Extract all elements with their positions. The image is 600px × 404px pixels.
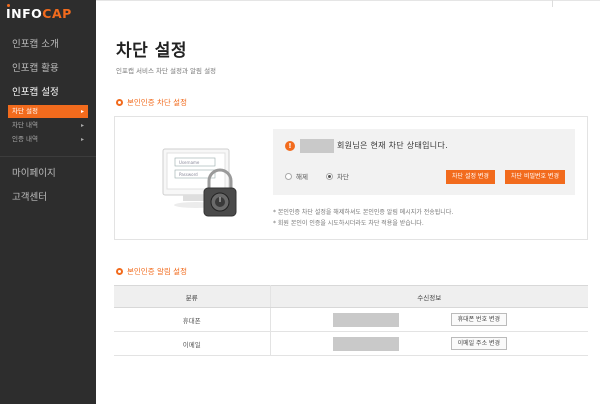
alert-icon: !: [285, 141, 295, 151]
change-email-button[interactable]: 이메일 주소 변경: [450, 337, 508, 350]
logo-suffix: CAP: [42, 5, 72, 21]
change-phone-button[interactable]: 휴대폰 번호 변경: [450, 313, 508, 326]
masked-phone-value: [332, 312, 399, 327]
illus-password: Password: [179, 172, 198, 177]
infocap-logo[interactable]: INFOCAP: [6, 4, 72, 21]
nav-item-settings[interactable]: 인포캡 설정: [0, 81, 96, 105]
monitor-lock-illustration-icon: Username Password: [162, 148, 237, 217]
radio-release-label: 해제: [296, 173, 308, 181]
nav-sub-label: 차단 내역: [12, 121, 38, 129]
nav-item-support[interactable]: 고객센터: [0, 186, 96, 210]
nav-item-mypage[interactable]: 마이페이지: [0, 162, 96, 186]
block-status-panel: ! 회원님은 현재 차단 상태입니다. 해제 차단 차단 설정 변경 차단 비밀…: [273, 129, 575, 195]
radio-block-label: 차단: [336, 173, 349, 181]
radio-block[interactable]: [325, 172, 333, 180]
radio-release[interactable]: [285, 172, 292, 180]
nav-item-usage[interactable]: 인포캡 활용: [0, 57, 96, 81]
col-info-header: 수신정보: [270, 285, 588, 308]
block-section-title-text: 본인인증 차단 설정: [127, 98, 187, 107]
col-type-header: 분류: [114, 285, 271, 308]
block-radio-group: 해제 차단: [285, 171, 367, 181]
illus-username: Username: [179, 160, 200, 165]
logo-prefix: INFO: [6, 5, 43, 21]
nav-item-intro[interactable]: 인포캡 소개: [0, 33, 96, 57]
alert-settings-table: 분류 수신정보 휴대폰 휴대폰 번호 변경 이메일 이메일 주소 변경: [114, 285, 588, 356]
logo-dot-icon: [7, 4, 10, 7]
row-info-cell: 이메일 주소 변경: [270, 331, 588, 356]
note-line: * 본인인증 차단 설정을 해제하셔도 본인인증 알림 메시지가 전송됩니다.: [273, 209, 454, 216]
nav-sub-block-settings[interactable]: 차단 설정 ▸: [8, 105, 88, 118]
sidebar: INFOCAP 인포캡 소개 인포캡 활용 인포캡 설정 차단 설정 ▸ 차단 …: [0, 0, 96, 404]
main-content: 차단 설정 인포캡 서비스 차단 설정과 알림 설정 본인인증 차단 설정 Us…: [96, 0, 600, 404]
block-status-text: 회원님은 현재 차단 상태입니다.: [337, 141, 448, 150]
row-type-phone: 휴대폰: [114, 307, 271, 332]
block-section-title: 본인인증 차단 설정: [116, 97, 187, 108]
page-subtitle: 인포캡 서비스 차단 설정과 알림 설정: [116, 67, 217, 75]
chevron-right-icon: ▸: [80, 136, 84, 143]
sidebar-nav: 인포캡 소개 인포캡 활용 인포캡 설정 차단 설정 ▸ 차단 내역 ▸ 인증 …: [0, 33, 96, 210]
circle-bullet-icon: [116, 268, 123, 275]
table-row: 휴대폰 휴대폰 번호 변경: [114, 307, 588, 332]
table-row: 이메일 이메일 주소 변경: [114, 331, 588, 356]
nav-sub-group: 차단 설정 ▸ 차단 내역 ▸ 인증 내역 ▸: [0, 105, 96, 151]
nav-sub-auth-history[interactable]: 인증 내역 ▸: [8, 133, 88, 146]
chevron-right-icon: ▸: [80, 122, 84, 129]
nav-sub-label: 차단 설정: [12, 107, 38, 115]
block-settings-box: Username Password ! 회원님은 현재 차단 상태입니다. 해제…: [114, 116, 588, 240]
masked-email-value: [332, 336, 399, 351]
circle-bullet-icon: [116, 99, 123, 106]
note-line: * 회원 본인이 인증을 시도하시더라도 차단 적용을 받습니다.: [273, 220, 424, 227]
change-block-setting-button[interactable]: 차단 설정 변경: [446, 170, 495, 184]
alert-section-title-text: 본인인증 알림 설정: [127, 267, 187, 276]
row-type-email: 이메일: [114, 331, 271, 356]
nav-sub-block-history[interactable]: 차단 내역 ▸: [8, 119, 88, 132]
row-info-cell: 휴대폰 번호 변경: [270, 307, 588, 332]
block-notes: * 본인인증 차단 설정을 해제하셔도 본인인증 알림 메시지가 전송됩니다. …: [273, 207, 453, 229]
masked-username: [300, 139, 334, 153]
alert-section-title: 본인인증 알림 설정: [116, 266, 187, 277]
nav-divider: [0, 156, 96, 157]
chevron-right-icon: ▸: [80, 108, 84, 115]
nav-sub-label: 인증 내역: [12, 135, 38, 143]
table-header-row: 분류 수신정보: [114, 285, 588, 308]
change-block-password-button[interactable]: 차단 비밀번호 변경: [505, 170, 565, 184]
page-title: 차단 설정: [116, 41, 187, 61]
